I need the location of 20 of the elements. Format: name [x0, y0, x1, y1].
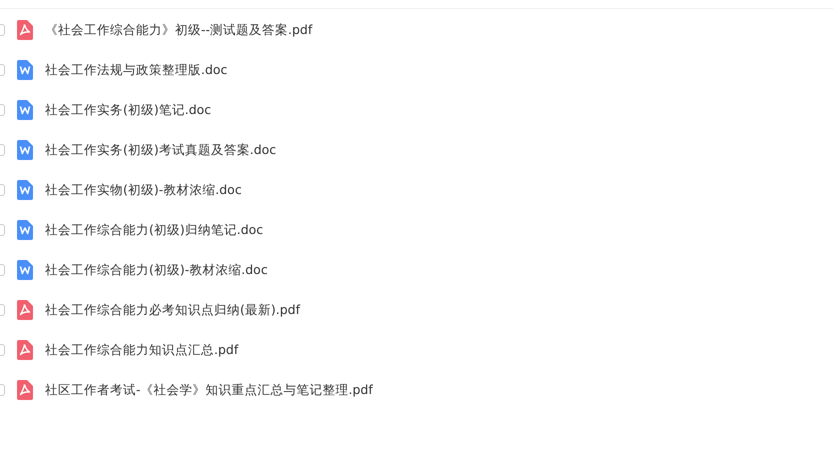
word-file-icon [17, 220, 33, 240]
file-name[interactable]: 社会工作综合能力知识点汇总.pdf [45, 340, 238, 360]
word-file-icon [17, 100, 33, 120]
file-name[interactable]: 社会工作综合能力必考知识点归纳(最新).pdf [45, 300, 300, 320]
file-name[interactable]: 社会工作实务(初级)考试真题及答案.doc [45, 140, 276, 160]
word-file-icon [17, 60, 33, 80]
word-file-icon [17, 140, 33, 160]
file-name[interactable]: 社会工作实务(初级)笔记.doc [45, 100, 212, 120]
file-name[interactable]: 社会工作综合能力(初级)-教材浓缩.doc [45, 260, 268, 280]
pdf-file-icon [17, 300, 33, 320]
pdf-file-icon [17, 340, 33, 360]
pdf-file-icon [17, 380, 33, 400]
file-name[interactable]: 社会工作法规与政策整理版.doc [45, 60, 228, 80]
word-file-icon [17, 260, 33, 280]
file-name[interactable]: 《社会工作综合能力》初级--测试题及答案.pdf [45, 20, 312, 40]
file-name[interactable]: 社区工作者考试-《社会学》知识重点汇总与笔记整理.pdf [45, 380, 373, 400]
pdf-file-icon [17, 20, 33, 40]
file-name[interactable]: 社会工作综合能力(初级)归纳笔记.doc [45, 220, 264, 240]
file-name[interactable]: 社会工作实物(初级)-教材浓缩.doc [45, 180, 242, 200]
word-file-icon [17, 180, 33, 200]
